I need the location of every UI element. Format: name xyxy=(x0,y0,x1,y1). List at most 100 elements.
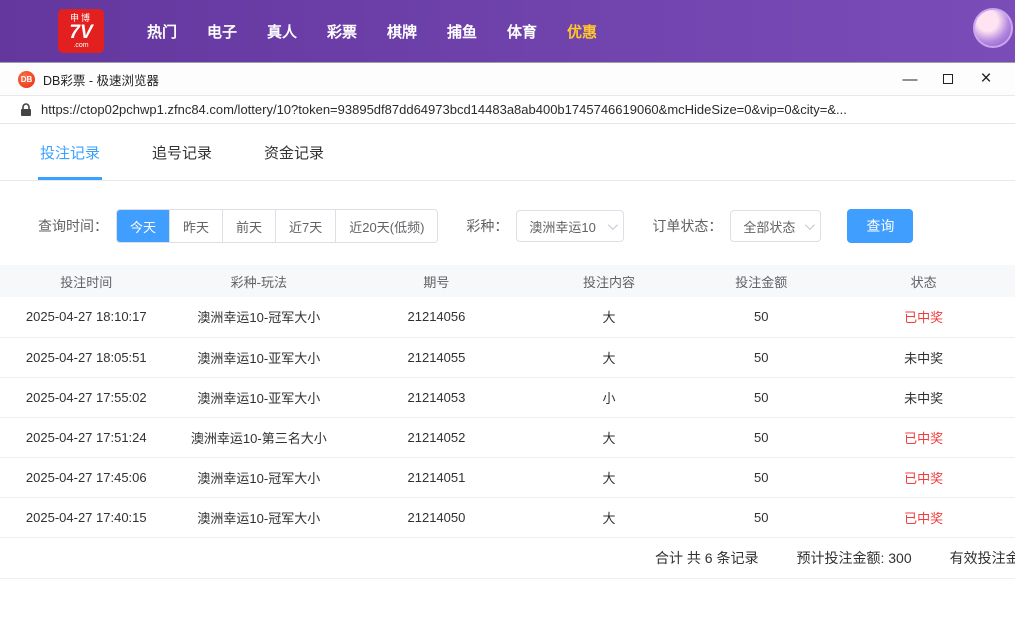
cell-issue: 21214055 xyxy=(345,337,528,378)
browser-urlbar[interactable]: https://ctop02pchwp1.zfnc84.com/lottery/… xyxy=(0,96,1015,124)
cell-play: 澳洲幸运10-冠军大小 xyxy=(172,297,346,338)
cell-play: 澳洲幸运10-冠军大小 xyxy=(172,497,346,538)
records-tbody: 2025-04-27 18:10:17 澳洲幸运10-冠军大小 21214056 大 5… xyxy=(0,297,1015,538)
cell-content: 大 xyxy=(527,297,691,338)
time-option-0[interactable]: 今天 xyxy=(117,210,170,242)
minimize-button[interactable]: — xyxy=(891,64,929,94)
column-header-4: 投注金额 xyxy=(690,265,833,297)
url-text[interactable]: https://ctop02pchwp1.zfnc84.com/lottery/… xyxy=(41,102,847,117)
maximize-icon xyxy=(943,74,953,84)
cell-amount: 50 xyxy=(690,417,833,458)
records-table: 投注时间 彩种-玩法 期号 投注内容 投注金额 状态 2025-04-27 18:10:1… xyxy=(0,265,1015,538)
order-status-select[interactable]: 全部状态 xyxy=(730,210,822,242)
record-tabs: 投注记录 追号记录 资金记录 xyxy=(0,124,1015,181)
time-option-1[interactable]: 昨天 xyxy=(169,210,223,242)
order-status-value: 全部状态 xyxy=(743,219,796,235)
maximize-button[interactable] xyxy=(929,64,967,94)
cell-amount: 50 xyxy=(690,337,833,378)
cell-content: 大 xyxy=(527,417,691,458)
table-row: 2025-04-27 17:45:06 澳洲幸运10-冠军大小 21214051 大 5… xyxy=(0,457,1015,498)
nav-item-1[interactable]: 电子 xyxy=(192,21,252,42)
tab-1[interactable]: 追号记录 xyxy=(150,124,214,180)
browser-titlebar[interactable]: DB DB彩票 - 极速浏览器 — × xyxy=(0,63,1015,96)
filter-bar: 查询时间： 今天 昨天 前天 近7天 近20天(低频) 彩种： 澳洲幸运10 订单状态：… xyxy=(0,181,1015,265)
nav-item-0[interactable]: 热门 xyxy=(132,21,192,42)
column-header-0: 投注时间 xyxy=(0,265,173,297)
user-avatar[interactable] xyxy=(973,8,1013,48)
logo-text-main: 7V xyxy=(69,21,93,43)
nav-item-4[interactable]: 棋牌 xyxy=(372,21,432,42)
cell-time: 2025-04-27 18:10:17 xyxy=(0,297,173,338)
window-controls: — × xyxy=(891,64,1005,94)
table-header-row: 投注时间 彩种-玩法 期号 投注内容 投注金额 状态 xyxy=(0,265,1015,297)
time-option-4[interactable]: 近20天(低频) xyxy=(335,210,438,242)
table-row: 2025-04-27 17:55:02 澳洲幸运10-亚军大小 21214053 小 5… xyxy=(0,377,1015,418)
chevron-down-icon xyxy=(608,219,619,230)
cell-time: 2025-04-27 17:45:06 xyxy=(0,457,173,498)
cell-issue: 21214052 xyxy=(345,417,528,458)
cell-status: 未中奖 xyxy=(832,337,1015,378)
column-header-2: 期号 xyxy=(345,265,528,297)
cell-time: 2025-04-27 18:05:51 xyxy=(0,337,173,378)
nav-item-6[interactable]: 体育 xyxy=(492,21,552,42)
site-topbar: 申博 7V .com 热门 电子 真人 彩票 棋牌 捕鱼 体育 优惠 xyxy=(0,0,1015,62)
cell-play: 澳洲幸运10-亚军大小 xyxy=(172,337,346,378)
nav-item-3[interactable]: 彩票 xyxy=(312,21,372,42)
lottery-filter-label: 彩种： xyxy=(466,218,509,234)
nav-item-2[interactable]: 真人 xyxy=(252,21,312,42)
table-row: 2025-04-27 17:51:24 澳洲幸运10-第三名大小 21214052 大… xyxy=(0,417,1015,458)
summary-total: 合计 共 6 条记录 xyxy=(655,549,759,566)
logo-text-suffix: .com xyxy=(73,41,89,49)
cell-status: 已中奖 xyxy=(832,297,1015,338)
search-button[interactable]: 查询 xyxy=(847,209,914,243)
lock-icon xyxy=(20,102,32,117)
cell-status: 已中奖 xyxy=(832,497,1015,538)
cell-play: 澳洲幸运10-冠军大小 xyxy=(172,457,346,498)
cell-content: 大 xyxy=(527,497,691,538)
cell-status: 已中奖 xyxy=(832,457,1015,498)
browser-favicon-icon: DB xyxy=(18,70,35,88)
column-header-3: 投注内容 xyxy=(527,265,691,297)
cell-issue: 21214056 xyxy=(345,297,528,338)
summary-row: 合计 共 6 条记录 预计投注金额: 300 有效投注金 xyxy=(0,538,1015,579)
lottery-select[interactable]: 澳洲幸运10 xyxy=(516,210,625,242)
table-row: 2025-04-27 17:40:15 澳洲幸运10-冠军大小 21214050 大 5… xyxy=(0,497,1015,538)
time-option-2[interactable]: 前天 xyxy=(222,210,276,242)
status-filter-label: 订单状态： xyxy=(652,218,723,234)
cell-status: 已中奖 xyxy=(832,417,1015,458)
cell-play: 澳洲幸运10-亚军大小 xyxy=(172,377,346,418)
cell-amount: 50 xyxy=(690,457,833,498)
site-logo[interactable]: 申博 7V .com xyxy=(58,9,104,53)
top-nav: 热门 电子 真人 彩票 棋牌 捕鱼 体育 优惠 xyxy=(132,21,612,42)
cell-play: 澳洲幸运10-第三名大小 xyxy=(172,417,346,458)
cell-issue: 21214051 xyxy=(345,457,528,498)
summary-estimated-amount: 预计投注金额: 300 xyxy=(796,549,912,566)
nav-item-5[interactable]: 捕鱼 xyxy=(432,21,492,42)
summary-valid-amount: 有效投注金 xyxy=(949,549,1015,566)
column-header-5: 状态 xyxy=(832,265,1015,297)
chevron-down-icon xyxy=(805,219,816,230)
browser-window: DB DB彩票 - 极速浏览器 — × https://ctop02pchwp1… xyxy=(0,62,1015,579)
cell-time: 2025-04-27 17:51:24 xyxy=(0,417,173,458)
cell-content: 大 xyxy=(527,337,691,378)
cell-time: 2025-04-27 17:55:02 xyxy=(0,377,173,418)
cell-amount: 50 xyxy=(690,497,833,538)
time-option-3[interactable]: 近7天 xyxy=(275,210,336,242)
cell-issue: 21214053 xyxy=(345,377,528,418)
tab-0[interactable]: 投注记录 xyxy=(38,124,103,180)
cell-time: 2025-04-27 17:40:15 xyxy=(0,497,173,538)
tab-2[interactable]: 资金记录 xyxy=(262,124,326,180)
table-row: 2025-04-27 18:05:51 澳洲幸运10-亚军大小 21214055 大 5… xyxy=(0,337,1015,378)
cell-issue: 21214050 xyxy=(345,497,528,538)
window-title: DB彩票 - 极速浏览器 xyxy=(43,73,159,88)
close-button[interactable]: × xyxy=(967,64,1005,94)
cell-content: 小 xyxy=(527,377,691,418)
cell-amount: 50 xyxy=(690,377,833,418)
cell-content: 大 xyxy=(527,457,691,498)
nav-item-7[interactable]: 优惠 xyxy=(552,21,612,42)
column-header-1: 彩种-玩法 xyxy=(172,265,346,297)
lottery-select-value: 澳洲幸运10 xyxy=(529,219,596,235)
time-filter-group: 今天 昨天 前天 近7天 近20天(低频) xyxy=(116,209,439,243)
table-row: 2025-04-27 18:10:17 澳洲幸运10-冠军大小 21214056 大 5… xyxy=(0,297,1015,338)
time-filter-label: 查询时间： xyxy=(38,218,108,234)
